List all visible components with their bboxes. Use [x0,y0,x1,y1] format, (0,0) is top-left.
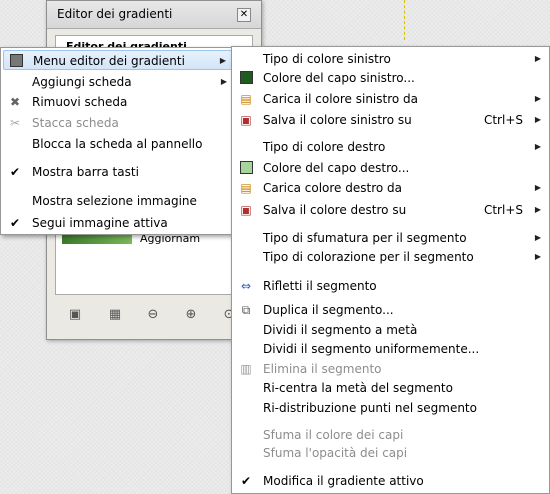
menu-item-label: Sfuma l'opacità dei capi [263,446,408,460]
delete-icon: ▥ [240,362,252,376]
save-color-icon: ▣ [240,113,252,127]
canvas-boundary [404,0,405,40]
submenu-arrow-icon: ▶ [219,56,226,65]
menu-item-blend-endpoint-opacity[interactable]: Sfuma l'opacità dei capi [234,443,547,463]
menu-item-recenter-midpoint[interactable]: Ri-centra la metà del segmento [234,378,547,398]
submenu-arrow-icon: ▶ [534,205,541,214]
menu-item-label: Rifletti il segmento [263,279,377,293]
menu-item-left-color-type[interactable]: Tipo di colore sinistro ▶ [234,49,547,69]
menu-item-label: Dividi il segmento uniformemente... [263,342,480,356]
load-color-icon: ▤ [240,181,252,195]
tab-context-menu: Menu editor dei gradienti ▶ Aggiungi sch… [0,47,236,235]
menu-item-label: Rimuovi scheda [32,95,128,109]
menu-item-label: Ri-centra la metà del segmento [263,381,453,395]
menu-item-label: Colore del capo destro... [263,161,410,175]
check-icon: ✔ [9,216,21,230]
detach-icon: ✂ [9,116,21,130]
menu-item-load-left-color[interactable]: ▤ Carica il colore sinistro da ▶ [234,89,547,109]
menu-item-blend-endpoint-colors[interactable]: Sfuma il colore dei capi [234,425,547,445]
menu-item-label: Modifica il gradiente attivo [263,474,424,488]
menu-item-label: Elimina il segmento [263,362,382,376]
duplicate-icon: ⧉ [241,303,251,317]
dialog-title: Editor dei gradienti [57,7,173,21]
load-color-icon: ▤ [240,92,252,106]
menu-item-lock-tab[interactable]: Blocca la scheda al pannello [3,134,233,154]
menu-item-gradient-editor-menu[interactable]: Menu editor dei gradienti ▶ [3,50,233,70]
menu-item-show-image-selection[interactable]: Mostra selezione immagine [3,191,233,211]
menu-item-label: Carica colore destro da [263,181,403,195]
menu-item-label: Tipo di sfumatura per il segmento [263,231,467,245]
color-swatch-icon [238,161,254,175]
save-icon[interactable]: ▣ [67,307,83,323]
submenu-arrow-icon: ▶ [534,252,541,261]
submenu-arrow-icon: ▶ [534,94,541,103]
menu-item-left-endpoint-color[interactable]: Colore del capo sinistro... [234,68,547,88]
menu-item-label: Mostra selezione immagine [32,194,197,208]
menu-item-save-right-color[interactable]: ▣ Salva il colore destro su Ctrl+S ▶ [234,200,547,220]
menu-item-save-left-color[interactable]: ▣ Salva il colore sinistro su Ctrl+S ▶ [234,110,547,130]
menu-item-label: Colore del capo sinistro... [263,71,415,85]
menu-item-label: Tipo di colorazione per il segmento [263,250,474,264]
zoom-in-icon[interactable]: ⊕ [183,307,199,323]
close-icon[interactable]: ✕ [237,8,251,22]
menu-item-label: Segui immagine attiva [32,216,168,230]
menu-item-redistribute-handles[interactable]: Ri-distribuzione punti nel segmento [234,398,547,418]
pattern-icon[interactable]: ▦ [107,307,123,323]
menu-item-follow-active-image[interactable]: ✔ Segui immagine attiva [3,213,233,233]
menu-item-label: Aggiungi scheda [32,75,132,89]
menu-item-label: Tipo di colore sinistro [263,52,391,66]
menu-item-coloring-type[interactable]: Tipo di colorazione per il segmento ▶ [234,247,547,267]
menu-item-detach-tab[interactable]: ✂ Stacca scheda [3,113,233,133]
save-color-icon: ▣ [240,203,252,217]
menu-item-delete-segment[interactable]: ▥ Elimina il segmento [234,359,547,379]
submenu-arrow-icon: ▶ [534,54,541,63]
menu-item-label: Duplica il segmento... [263,303,394,317]
menu-item-label: Ri-distribuzione punti nel segmento [263,401,477,415]
dialog-toolbar: ▣ ▦ ⊖ ⊕ ⊙ [55,305,253,329]
menu-item-label: Stacca scheda [32,116,119,130]
menu-item-label: Blocca la scheda al pannello [32,137,203,151]
check-icon: ✔ [9,165,21,179]
zoom-out-icon[interactable]: ⊖ [145,307,161,323]
dialog-titlebar[interactable]: Editor dei gradienti ✕ [47,1,261,29]
shortcut-label: Ctrl+S [483,113,523,127]
menu-item-load-right-color[interactable]: ▤ Carica colore destro da ▶ [234,178,547,198]
menu-item-split-midpoint[interactable]: Dividi il segmento a metà [234,320,547,340]
menu-item-show-button-bar[interactable]: ✔ Mostra barra tasti [3,162,233,182]
menu-item-right-color-type[interactable]: Tipo di colore destro ▶ [234,137,547,157]
check-icon: ✔ [240,474,252,488]
gradient-editor-submenu: Tipo di colore sinistro ▶ Colore del cap… [231,46,550,494]
tab-menu-icon [8,54,24,68]
menu-item-label: Salva il colore destro su [263,203,407,217]
menu-item-label: Sfuma il colore dei capi [263,428,404,442]
submenu-arrow-icon: ▶ [220,77,227,86]
menu-item-add-tab[interactable]: Aggiungi scheda ▶ [3,72,233,92]
menu-item-right-endpoint-color[interactable]: Colore del capo destro... [234,158,547,178]
shortcut-label: Ctrl+S [483,203,523,217]
submenu-arrow-icon: ▶ [534,115,541,124]
color-swatch-icon [238,71,254,85]
submenu-arrow-icon: ▶ [534,183,541,192]
menu-item-blending-type[interactable]: Tipo di sfumatura per il segmento ▶ [234,228,547,248]
menu-item-label: Dividi il segmento a metà [263,323,418,337]
menu-item-label: Menu editor dei gradienti [33,54,185,68]
gradient-preview [62,234,132,244]
close-x-icon: ✖ [9,95,21,109]
menu-item-split-uniformly[interactable]: Dividi il segmento uniformemente... [234,339,547,359]
menu-item-duplicate-segment[interactable]: ⧉ Duplica il segmento... [234,300,547,320]
menu-item-label: Tipo di colore destro [263,140,386,154]
menu-item-edit-active-gradient[interactable]: ✔ Modifica il gradiente attivo [234,471,547,491]
flip-icon: ⇔ [240,279,252,293]
menu-item-label: Mostra barra tasti [32,165,139,179]
submenu-arrow-icon: ▶ [534,142,541,151]
submenu-arrow-icon: ▶ [534,233,541,242]
gradient-row[interactable]: Aggiornamento istantaneo [60,232,248,248]
menu-item-remove-tab[interactable]: ✖ Rimuovi scheda [3,92,233,112]
menu-item-label: Salva il colore sinistro su [263,113,412,127]
menu-item-label: Carica il colore sinistro da [263,92,419,106]
menu-item-flip-segment[interactable]: ⇔ Rifletti il segmento [234,276,547,296]
